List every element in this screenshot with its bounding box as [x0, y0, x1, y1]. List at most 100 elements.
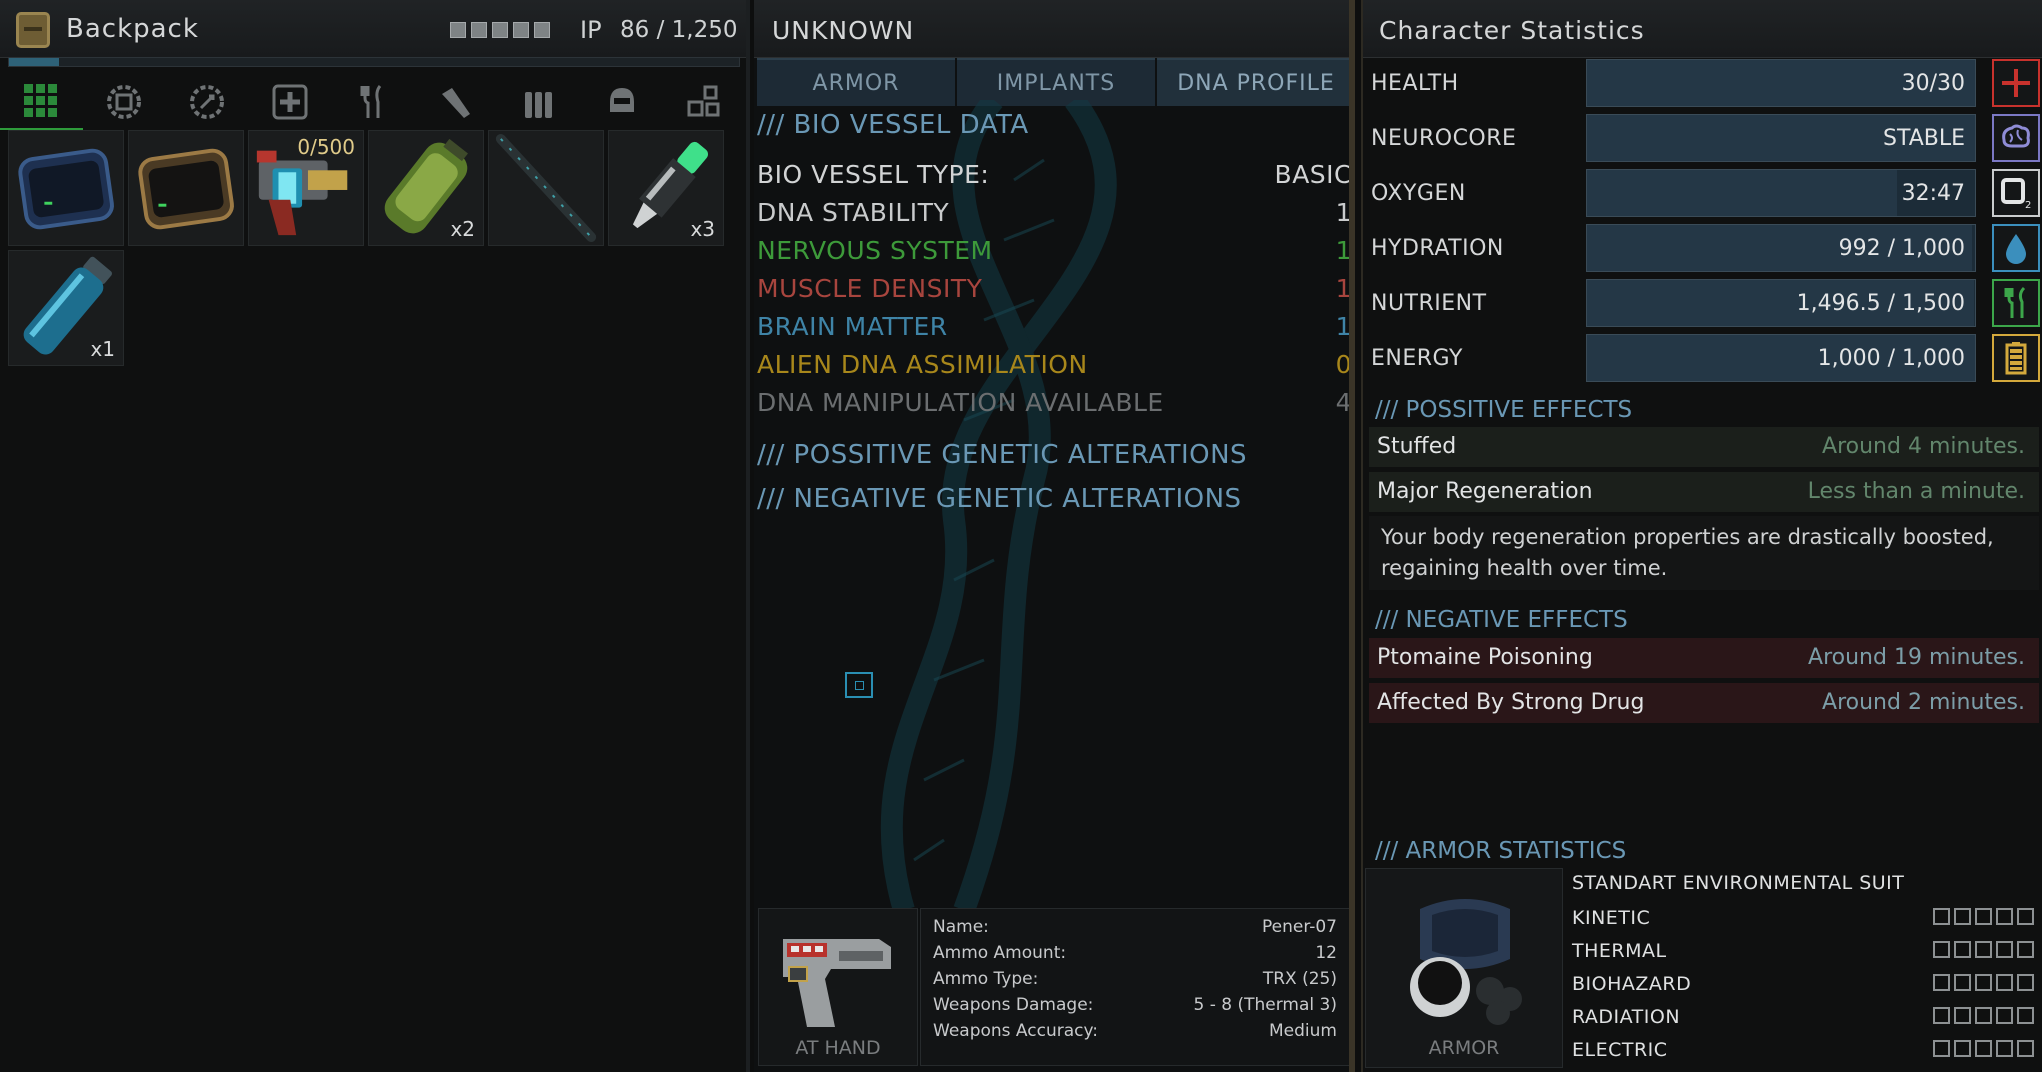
bio-label: NERVOUS SYSTEM — [757, 236, 993, 265]
filter-misc-icon[interactable] — [663, 74, 746, 130]
page-indicator[interactable] — [534, 22, 550, 38]
armor-pip — [2017, 1007, 2034, 1024]
weapon-info-value: Medium — [1269, 1021, 1337, 1041]
vital-bar: 32:47 — [1586, 169, 1976, 217]
inventory-slot[interactable]: x3 — [608, 130, 724, 246]
inventory-slot[interactable]: x2 — [368, 130, 484, 246]
armor-pip — [1933, 1007, 1950, 1024]
vital-neurocore: NEUROCORE STABLE — [1371, 113, 2041, 168]
armor-pip — [1996, 1007, 2013, 1024]
water-drop-icon — [1992, 224, 2040, 272]
armor-pip — [1954, 974, 1971, 991]
cursor-icon — [845, 672, 873, 698]
armor-pip — [1933, 941, 1950, 958]
svg-text:2: 2 — [2025, 200, 2031, 211]
page-indicator[interactable] — [471, 22, 487, 38]
positive-genetic-heading[interactable]: /// POSSITIVE GENETIC ALTERATIONS — [757, 440, 1247, 470]
backpack-capacity-bar — [8, 57, 740, 67]
filter-helmet-icon[interactable] — [580, 74, 663, 130]
weapon-info-key: Weapons Accuracy: — [933, 1021, 1099, 1041]
slot-quantity: x3 — [690, 217, 715, 241]
weapon-info-key: Ammo Type: — [933, 969, 1039, 989]
armor-stat-label: KINETIC — [1572, 907, 1651, 929]
bio-row-dna-stability: DNA STABILITY 1 — [757, 198, 1352, 236]
stats-header: Character Statistics — [1363, 0, 2042, 58]
vital-value: 1,000 / 1,000 — [1817, 346, 1965, 371]
armor-slot[interactable]: ARMOR — [1365, 868, 1563, 1068]
filter-all-grid-icon[interactable] — [0, 74, 83, 130]
positive-effects-heading: /// POSSITIVE EFFECTS — [1375, 397, 1633, 423]
tab-armor[interactable]: ARMOR — [757, 58, 955, 106]
armor-pip — [2017, 974, 2034, 991]
inventory-slot[interactable] — [128, 130, 244, 246]
battery-icon — [1992, 334, 2040, 382]
backpack-header: Backpack IP 86 / 1,250 — [0, 0, 746, 58]
negative-genetic-heading[interactable]: /// NEGATIVE GENETIC ALTERATIONS — [757, 484, 1242, 514]
backpack-panel: Backpack IP 86 / 1,250 0/500 x2 x3 x1 — [0, 0, 750, 1072]
armor-pip — [1996, 908, 2013, 925]
backpack-capacity-fill — [9, 58, 60, 66]
armor-stat-electric: ELECTRIC — [1572, 1035, 2042, 1068]
inventory-slot[interactable]: x1 — [8, 250, 124, 366]
armor-pip — [2017, 1040, 2034, 1057]
page-indicator[interactable] — [513, 22, 529, 38]
effect-name: Major Regeneration — [1377, 479, 1593, 504]
vital-bar: 1,496.5 / 1,500 — [1586, 279, 1976, 327]
armor-stat-kinetic: KINETIC — [1572, 903, 2042, 936]
stats-title: Character Statistics — [1379, 16, 1645, 45]
armor-pip — [1954, 1007, 1971, 1024]
tab-implants[interactable]: IMPLANTS — [957, 58, 1155, 106]
inventory-slot[interactable] — [8, 130, 124, 246]
bio-value: 1 — [1335, 198, 1352, 227]
backpack-page-indicators[interactable] — [450, 22, 550, 38]
game-ui: Backpack IP 86 / 1,250 0/500 x2 x3 x1 UN… — [0, 0, 2042, 1072]
tab-dna-profile[interactable]: DNA PROFILE — [1157, 58, 1349, 106]
bio-row-type: BIO VESSEL TYPE: BASIC — [757, 160, 1349, 198]
armor-stat-pips — [1933, 1040, 2034, 1057]
inventory-slot[interactable]: 0/500 — [248, 130, 364, 246]
at-hand-label: AT HAND — [795, 1037, 881, 1059]
bio-row-muscle-density: MUSCLE DENSITY 1 — [757, 274, 1352, 312]
positive-effect-row[interactable]: Stuffed Around 4 minutes. — [1369, 427, 2039, 467]
vital-value: 32:47 — [1901, 181, 1965, 206]
armor-pip — [1975, 1040, 1992, 1057]
armor-pip — [1996, 941, 2013, 958]
vital-value: 30/30 — [1901, 71, 1965, 96]
bio-value: 1 — [1335, 274, 1352, 303]
bio-label: BRAIN MATTER — [757, 312, 948, 341]
armor-pip — [1996, 974, 2013, 991]
page-indicator[interactable] — [450, 22, 466, 38]
weapon-info-key: Name: — [933, 917, 989, 937]
weapon-info-row: Weapons Damage: 5 - 8 (Thermal 3) — [933, 991, 1337, 1017]
armor-pip — [2017, 941, 2034, 958]
vital-energy: ENERGY 1,000 / 1,000 — [1371, 333, 2041, 388]
filter-food-icon[interactable] — [332, 74, 415, 130]
positive-effect-row[interactable]: Major Regeneration Less than a minute. — [1369, 472, 2039, 512]
vital-bar: 992 / 1,000 — [1586, 224, 1976, 272]
filter-ammo-icon[interactable] — [497, 74, 580, 130]
weapon-info-value: 5 - 8 (Thermal 3) — [1193, 995, 1337, 1015]
negative-effect-row[interactable]: Affected By Strong Drug Around 2 minutes… — [1369, 683, 2039, 723]
vital-health: HEALTH 30/30 — [1371, 58, 2041, 113]
at-hand-weapon-slot[interactable]: AT HAND — [758, 908, 918, 1066]
negative-effects-heading: /// NEGATIVE EFFECTS — [1375, 607, 1628, 633]
effect-duration: Around 19 minutes. — [1808, 645, 2025, 670]
bio-vessel-list: BIO VESSEL TYPE: BASIC DNA STABILITY 1 N… — [757, 160, 1352, 426]
negative-effect-row[interactable]: Ptomaine Poisoning Around 19 minutes. — [1369, 638, 2039, 678]
slot-quantity: x1 — [90, 337, 115, 361]
effect-name: Affected By Strong Drug — [1377, 690, 1645, 715]
inventory-slot[interactable] — [488, 130, 604, 246]
armor-pip — [1954, 941, 1971, 958]
orange-container-icon — [138, 148, 234, 230]
page-indicator[interactable] — [492, 22, 508, 38]
dark-rod-icon — [495, 133, 597, 243]
filter-tools-gear-icon[interactable] — [166, 74, 249, 130]
armor-stat-pips — [1933, 941, 2034, 958]
ip-value: 86 / 1,250 — [620, 17, 738, 43]
weapon-info-value: TRX (25) — [1262, 969, 1337, 989]
filter-armor-gear-icon[interactable] — [83, 74, 166, 130]
backpack-icon — [16, 12, 50, 48]
effect-name: Stuffed — [1377, 434, 1457, 459]
filter-medical-icon[interactable] — [249, 74, 332, 130]
filter-melee-icon[interactable] — [414, 74, 497, 130]
